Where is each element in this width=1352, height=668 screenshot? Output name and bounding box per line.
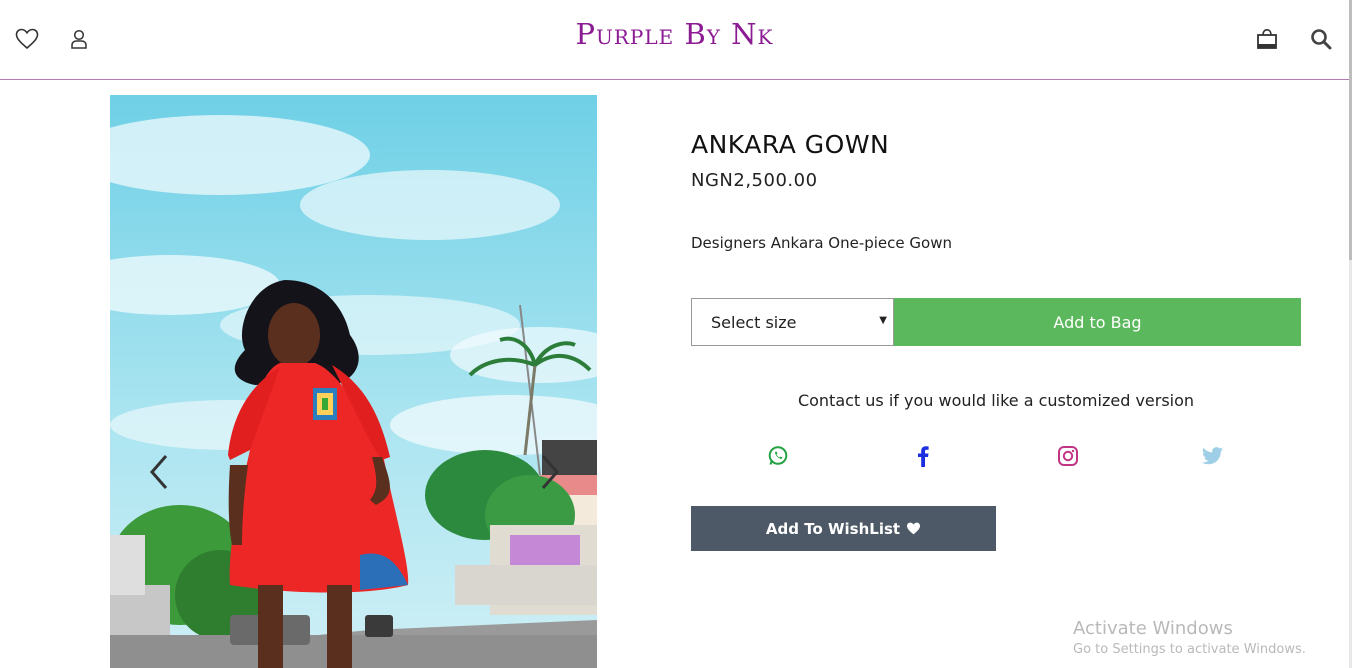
product-description: Designers Ankara One-piece Gown	[691, 234, 952, 252]
add-to-bag-button[interactable]: Add to Bag	[894, 298, 1301, 346]
wishlist-button-label: Add To WishList	[765, 519, 901, 538]
product-image-carousel[interactable]	[110, 95, 597, 668]
site-header: Purple By Nk	[0, 0, 1349, 80]
chevron-right-icon	[541, 455, 559, 489]
size-select[interactable]: Select size ▼	[691, 298, 894, 346]
add-to-wishlist-button[interactable]: Add To WishList	[691, 506, 996, 551]
facebook-icon[interactable]	[911, 444, 935, 468]
brand-logo[interactable]: Purple By Nk	[0, 17, 1349, 51]
heart-icon	[907, 522, 921, 535]
instagram-icon[interactable]	[1056, 444, 1080, 468]
caret-down-icon: ▼	[879, 315, 887, 326]
chevron-left-icon	[150, 455, 168, 489]
product-photo	[110, 95, 597, 668]
product-price: NGN2,500.00	[691, 170, 818, 191]
contact-text: Contact us if you would like a customize…	[797, 391, 1195, 410]
whatsapp-icon[interactable]	[766, 444, 790, 468]
search-icon[interactable]	[1308, 26, 1334, 52]
twitter-icon[interactable]	[1201, 444, 1225, 468]
shopping-bag-icon[interactable]	[1254, 26, 1280, 52]
size-select-value: Select size	[711, 312, 797, 332]
product-title: ANKARA GOWN	[691, 130, 890, 159]
watermark-title: Activate Windows	[1073, 618, 1233, 639]
watermark-subtitle: Go to Settings to activate Windows.	[1073, 642, 1306, 657]
carousel-next-button[interactable]	[535, 452, 565, 492]
activate-windows-watermark: Activate Windows Go to Settings to activ…	[1073, 618, 1306, 657]
carousel-prev-button[interactable]	[144, 452, 174, 492]
